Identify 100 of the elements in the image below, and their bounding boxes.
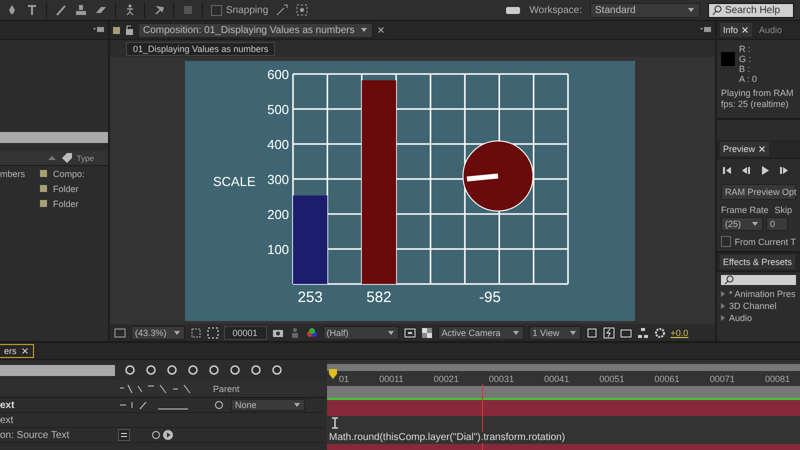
effects-search-field[interactable] [721, 275, 796, 285]
status-text: Playing from RAM [721, 88, 795, 99]
panel-tab[interactable]: Preview [720, 142, 770, 156]
rgb-channels-icon[interactable] [306, 326, 318, 338]
search-help-field[interactable]: Search Help [708, 2, 794, 18]
close-icon[interactable] [20, 347, 29, 355]
panel-tab[interactable]: Audio [756, 23, 786, 37]
project-search-field[interactable] [0, 132, 108, 143]
frame-rate-label: Frame Rate [721, 205, 769, 215]
ruler-label: 01 [339, 374, 350, 384]
previous-frame-icon[interactable] [741, 165, 751, 176]
next-frame-icon[interactable] [779, 165, 789, 176]
type-tool-icon[interactable] [26, 4, 38, 16]
channel-readout: A : 0 [739, 74, 758, 84]
y-tick-label: 300 [267, 172, 289, 187]
exposure-value[interactable]: +0.0 [670, 328, 688, 338]
pin-tool-icon[interactable] [153, 4, 165, 16]
ram-preview-options-button[interactable]: RAM Preview Opt [721, 184, 796, 200]
property-name[interactable]: on: Source Text [0, 430, 118, 440]
text-cursor-icon [330, 417, 340, 429]
roi-icon[interactable] [404, 326, 416, 338]
project-item-name[interactable]: mbers [0, 168, 34, 178]
ruler-label: 00051 [599, 374, 624, 384]
from-current-label: From Current T [734, 236, 796, 246]
monitor-icon[interactable] [114, 326, 126, 338]
play-icon[interactable] [760, 165, 770, 176]
sort-icon[interactable] [46, 153, 57, 163]
caret-icon[interactable] [293, 401, 301, 409]
caret-icon[interactable] [172, 328, 181, 336]
label-swatch [113, 26, 120, 34]
search-icon[interactable] [712, 5, 722, 15]
caret-icon[interactable] [512, 328, 520, 336]
timecode-field[interactable]: 00001 [224, 326, 267, 340]
value-label: 582 [366, 289, 392, 306]
pickwhip-icon[interactable] [150, 429, 162, 441]
caret-icon[interactable] [386, 328, 395, 336]
frame-rate-dropdown[interactable]: (25) [721, 217, 763, 231]
workspace-label: Workspace: [529, 4, 582, 16]
play-circle-icon[interactable] [162, 429, 174, 441]
composition-breadcrumb[interactable]: 01_Displaying Values as numbers [126, 42, 276, 56]
caret-icon[interactable] [360, 26, 368, 34]
skip-field[interactable]: 0 [766, 217, 788, 231]
zoom-dropdown[interactable]: (43.3%) [131, 326, 185, 340]
ruler-label: 00081 [764, 374, 790, 384]
label-swatch [40, 185, 47, 192]
y-tick-label: 600 [267, 67, 289, 82]
region-icon[interactable] [190, 326, 202, 338]
search-icon[interactable] [724, 275, 734, 285]
brush-tool-icon[interactable] [55, 4, 67, 16]
column-header[interactable]: Type [76, 154, 94, 162]
timeline-tab[interactable]: ers [0, 344, 34, 358]
camera-dropdown[interactable]: Active Camera [438, 326, 524, 340]
effects-category[interactable]: Audio [729, 312, 752, 324]
caret-icon[interactable] [568, 328, 577, 336]
snap-target-icon[interactable] [296, 4, 308, 16]
caret-icon[interactable] [751, 220, 759, 228]
dial-drawing [462, 140, 534, 212]
stamp-tool-icon[interactable] [75, 4, 87, 16]
snapping-label: Snapping [226, 4, 268, 16]
flowchart-icon[interactable] [636, 326, 649, 338]
pickwhip-icon[interactable] [213, 399, 225, 411]
ruler-label: 00021 [434, 374, 459, 384]
checkerboard-icon[interactable] [420, 326, 433, 338]
first-frame-icon[interactable] [722, 165, 732, 176]
project-item-type: Compo: [53, 168, 85, 178]
view-layout-dropdown[interactable]: 1 View [528, 326, 581, 340]
shutter-icon[interactable] [654, 326, 666, 338]
snap-icon[interactable] [276, 4, 288, 16]
close-icon[interactable] [377, 26, 385, 34]
expression-equals-icon[interactable] [118, 429, 130, 441]
workspace-dropdown[interactable]: Standard [590, 2, 700, 18]
snapping-checkbox[interactable] [211, 4, 222, 16]
parent-dropdown[interactable]: None [231, 399, 305, 411]
expression-text[interactable]: Math.round(thisComp.layer("Dial").transform.rotation) [329, 432, 566, 442]
gamepad-icon[interactable] [505, 4, 522, 16]
puppet-tool-icon[interactable] [124, 4, 136, 16]
label-tag-icon[interactable] [60, 152, 73, 164]
scale-label: SCALE [213, 174, 256, 189]
composition-tab[interactable]: Composition: 01_Displaying Values as numbers [138, 22, 373, 38]
timeline-icon[interactable] [620, 326, 632, 338]
eraser-tool-icon[interactable] [95, 4, 107, 16]
resolution-dropdown[interactable]: (Half) [322, 326, 399, 340]
lock-icon[interactable] [124, 24, 134, 36]
channel-readout: B : [739, 64, 752, 74]
layer-search-field[interactable] [0, 364, 115, 376]
effects-category[interactable]: 3D Channel [729, 300, 777, 312]
calendar-icon[interactable] [586, 326, 598, 338]
pen-tool-icon[interactable] [6, 4, 18, 16]
panel-tab[interactable]: Info [720, 23, 752, 37]
color-swatch [721, 52, 735, 66]
panel-tab[interactable]: Effects & Presets [720, 255, 795, 269]
layer-name[interactable]: ext [0, 400, 118, 410]
fast-preview-icon[interactable] [602, 326, 615, 338]
caret-icon[interactable] [687, 6, 695, 14]
transparency-grid-icon[interactable] [206, 326, 219, 338]
property-name[interactable]: ext [0, 414, 118, 426]
ruler-label: 00031 [488, 374, 514, 384]
playhead-icon[interactable] [328, 368, 338, 380]
from-current-checkbox[interactable] [721, 236, 731, 247]
effects-category[interactable]: * Animation Pres [729, 288, 796, 300]
